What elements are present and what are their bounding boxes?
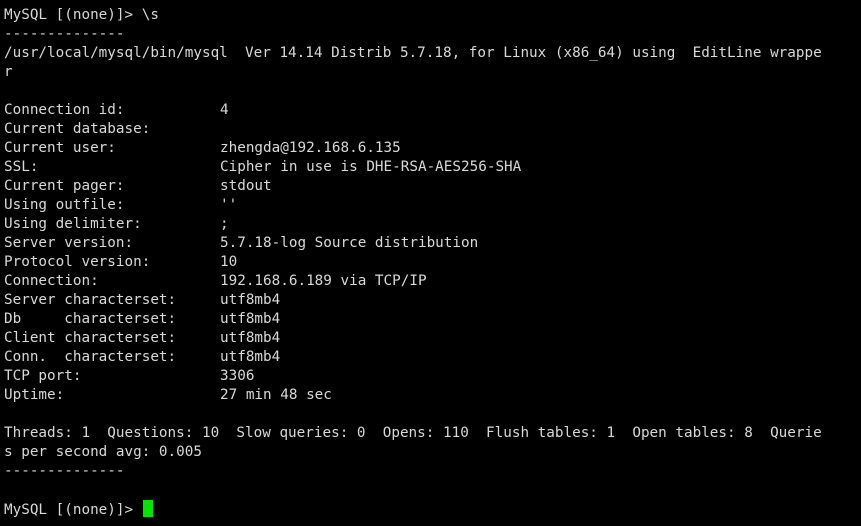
status-row-tcp-port: TCP port: 3306 xyxy=(4,367,861,386)
status-key: Conn. characterset: xyxy=(4,349,177,365)
status-value: 4 xyxy=(220,102,229,118)
status-key: Client characterset: xyxy=(4,330,177,346)
status-key: Current pager: xyxy=(4,178,125,194)
status-row-connection: Connection: 192.168.6.189 via TCP/IP xyxy=(4,272,861,291)
status-key: Uptime: xyxy=(4,387,65,403)
status-value: zhengda@192.168.6.135 xyxy=(220,140,401,156)
command-line: MySQL [(none)]> \s xyxy=(4,7,159,23)
separator-top: -------------- xyxy=(4,26,125,42)
status-row-using-delimiter: Using delimiter:; xyxy=(4,215,861,234)
status-key: Current user: xyxy=(4,140,116,156)
status-key: Db characterset: xyxy=(4,311,177,327)
status-value: ; xyxy=(220,216,229,232)
status-row-conn-characterset: Conn. characterset: utf8mb4 xyxy=(4,348,861,367)
threads-line-1: Threads: 1 Questions: 10 Slow queries: 0… xyxy=(4,425,822,441)
terminal-window[interactable]: MySQL [(none)]> \s -------------- /usr/l… xyxy=(0,0,861,526)
status-key: Protocol version: xyxy=(4,254,151,270)
status-value: utf8mb4 xyxy=(220,311,281,327)
status-key: Server characterset: xyxy=(4,292,177,308)
status-value: stdout xyxy=(220,178,272,194)
status-row-connection-id: Connection id: 4 xyxy=(4,101,861,120)
status-value: utf8mb4 xyxy=(220,330,281,346)
status-key: SSL: xyxy=(4,159,39,175)
status-row-client-characterset: Client characterset: utf8mb4 xyxy=(4,329,861,348)
status-key: Using outfile: xyxy=(4,197,125,213)
prompt-text: MySQL [(none)]> xyxy=(4,502,142,518)
status-row-server-characterset: Server characterset: utf8mb4 xyxy=(4,291,861,310)
status-row-using-outfile: Using outfile: '' xyxy=(4,196,861,215)
status-value: 10 xyxy=(220,254,238,270)
client-info-line-2: r xyxy=(4,64,13,80)
status-value: 192.168.6.189 via TCP/IP xyxy=(220,273,427,289)
status-row-uptime: Uptime: 27 min 48 sec xyxy=(4,386,861,405)
status-row-ssl: SSL: Cipher in use is DHE-RSA-AES256-SHA xyxy=(4,158,861,177)
status-row-db-characterset: Db characterset: utf8mb4 xyxy=(4,310,861,329)
separator-bottom: -------------- xyxy=(4,463,125,479)
prompt-line[interactable]: MySQL [(none)]> xyxy=(4,500,861,519)
status-value: Cipher in use is DHE-RSA-AES256-SHA xyxy=(220,159,522,175)
status-key: Connection id: xyxy=(4,102,125,118)
status-value: utf8mb4 xyxy=(220,292,281,308)
status-row-current-database: Current database: xyxy=(4,120,861,139)
status-row-current-user: Current user: zhengda@192.168.6.135 xyxy=(4,139,861,158)
status-row-server-version: Server version: 5.7.18-log Source distrib… xyxy=(4,234,861,253)
status-value: 3306 xyxy=(220,368,255,384)
status-key: TCP port: xyxy=(4,368,82,384)
status-value: '' xyxy=(220,197,238,213)
cursor-block[interactable] xyxy=(142,500,153,517)
client-info-line-1: /usr/local/mysql/bin/mysql Ver 14.14 Dis… xyxy=(4,45,822,61)
status-value: utf8mb4 xyxy=(220,349,281,365)
threads-line-2: s per second avg: 0.005 xyxy=(4,444,202,460)
status-key: Current database: xyxy=(4,121,151,137)
status-key: Connection: xyxy=(4,273,99,289)
status-value: 27 min 48 sec xyxy=(220,387,332,403)
status-key: Server version: xyxy=(4,235,134,251)
status-key: Using delimiter: xyxy=(4,216,142,232)
status-value: 5.7.18-log Source distribution xyxy=(220,235,479,251)
status-row-current-pager: Current pager: stdout xyxy=(4,177,861,196)
status-row-protocol-version: Protocol version: 10 xyxy=(4,253,861,272)
